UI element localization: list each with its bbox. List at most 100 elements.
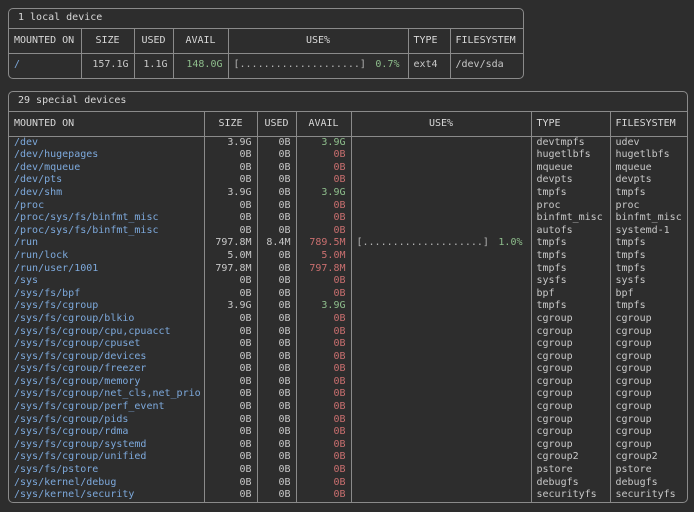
- type-cell: tmpfs: [531, 187, 610, 200]
- size-cell: 0B: [204, 162, 257, 175]
- size-cell: 0B: [204, 363, 257, 376]
- filesystem-cell: cgroup: [610, 414, 687, 427]
- used-cell: 0B: [257, 326, 296, 339]
- header-row: MOUNTED ONSIZEUSEDAVAILUSE%TYPEFILESYSTE…: [9, 29, 523, 54]
- type-cell: securityfs: [531, 489, 610, 502]
- filesystem-cell: udev: [610, 136, 687, 149]
- usage-percent: 1.0%: [498, 237, 522, 250]
- type-cell: devpts: [531, 174, 610, 187]
- column-header-size: SIZE: [204, 112, 257, 137]
- type-cell: tmpfs: [531, 263, 610, 276]
- terminal-screen: 1 local device MOUNTED ONSIZEUSEDAVAILUS…: [0, 0, 694, 512]
- type-cell: cgroup: [531, 338, 610, 351]
- column-header-use-: USE%: [228, 29, 408, 54]
- mounted-on-cell: /sys/fs/cgroup/blkio: [9, 313, 204, 326]
- size-cell: 0B: [204, 401, 257, 414]
- avail-cell: 0B: [296, 489, 351, 502]
- avail-cell: 0B: [296, 388, 351, 401]
- use-percent-cell: [351, 326, 531, 339]
- filesystem-cell: cgroup: [610, 376, 687, 389]
- type-cell: bpf: [531, 288, 610, 301]
- used-cell: 0B: [257, 451, 296, 464]
- size-cell: 797.8M: [204, 263, 257, 276]
- table-row: /sys/fs/pstore0B0B0Bpstorepstore: [9, 464, 687, 477]
- column-header-filesystem: FILESYSTEM: [610, 112, 687, 137]
- mounted-on-cell: /run: [9, 237, 204, 250]
- type-cell: cgroup: [531, 388, 610, 401]
- table-row: /sys/kernel/security0B0B0Bsecurityfssecu…: [9, 489, 687, 502]
- table-row: /run/user/1001797.8M0B797.8Mtmpfstmpfs: [9, 263, 687, 276]
- avail-cell: 0B: [296, 162, 351, 175]
- column-header-filesystem: FILESYSTEM: [450, 29, 523, 54]
- filesystem-cell: tmpfs: [610, 237, 687, 250]
- filesystem-cell: bpf: [610, 288, 687, 301]
- used-cell: 0B: [257, 174, 296, 187]
- size-cell: 0B: [204, 451, 257, 464]
- mounted-on-cell: /sys/fs/cgroup/unified: [9, 451, 204, 464]
- use-percent-cell: [351, 174, 531, 187]
- type-cell: cgroup2: [531, 451, 610, 464]
- use-percent-cell: [351, 376, 531, 389]
- avail-cell: 3.9G: [296, 300, 351, 313]
- mounted-on-cell: /sys/fs/cgroup/perf_event: [9, 401, 204, 414]
- size-cell: 0B: [204, 225, 257, 238]
- size-cell: 0B: [204, 288, 257, 301]
- size-cell: 3.9G: [204, 300, 257, 313]
- use-percent-cell: [351, 464, 531, 477]
- use-percent-cell: [351, 414, 531, 427]
- table-row: /proc0B0B0Bprocproc: [9, 200, 687, 213]
- use-percent-cell: [351, 313, 531, 326]
- column-header-use-: USE%: [351, 112, 531, 137]
- table-row: /dev3.9G0B3.9Gdevtmpfsudev: [9, 136, 687, 149]
- filesystem-cell: debugfs: [610, 477, 687, 490]
- used-cell: 0B: [257, 300, 296, 313]
- used-cell: 0B: [257, 363, 296, 376]
- mounted-on-cell: /sys/fs/pstore: [9, 464, 204, 477]
- size-cell: 0B: [204, 275, 257, 288]
- size-cell: 0B: [204, 414, 257, 427]
- used-cell: 0B: [257, 338, 296, 351]
- filesystem-cell: sysfs: [610, 275, 687, 288]
- avail-cell: 0B: [296, 477, 351, 490]
- type-cell: cgroup: [531, 351, 610, 364]
- use-percent-cell: [351, 263, 531, 276]
- filesystem-cell: proc: [610, 200, 687, 213]
- filesystem-cell: cgroup: [610, 351, 687, 364]
- column-header-used: USED: [134, 29, 173, 54]
- avail-cell: 789.5M: [296, 237, 351, 250]
- used-cell: 0B: [257, 426, 296, 439]
- filesystem-cell: cgroup: [610, 313, 687, 326]
- mounted-on-cell: /dev/hugepages: [9, 149, 204, 162]
- avail-cell: 148.0G: [173, 54, 228, 78]
- size-cell: 0B: [204, 477, 257, 490]
- avail-cell: 3.9G: [296, 136, 351, 149]
- used-cell: 0B: [257, 464, 296, 477]
- filesystem-cell: tmpfs: [610, 187, 687, 200]
- table-row: /dev/shm3.9G0B3.9Gtmpfstmpfs: [9, 187, 687, 200]
- type-cell: cgroup: [531, 376, 610, 389]
- avail-cell: 0B: [296, 426, 351, 439]
- size-cell: 0B: [204, 174, 257, 187]
- type-cell: tmpfs: [531, 250, 610, 263]
- used-cell: 0B: [257, 136, 296, 149]
- table-row: /sys/fs/cgroup/unified0B0B0Bcgroup2cgrou…: [9, 451, 687, 464]
- use-percent-cell: [351, 489, 531, 502]
- use-percent-cell: [351, 136, 531, 149]
- column-header-type: TYPE: [531, 112, 610, 137]
- filesystem-cell: tmpfs: [610, 300, 687, 313]
- mounted-on-cell: /: [9, 54, 81, 78]
- used-cell: 0B: [257, 250, 296, 263]
- table-row: /sys/fs/cgroup/blkio0B0B0Bcgroupcgroup: [9, 313, 687, 326]
- header-row: MOUNTED ONSIZEUSEDAVAILUSE%TYPEFILESYSTE…: [9, 112, 687, 137]
- size-cell: 0B: [204, 351, 257, 364]
- avail-cell: 0B: [296, 200, 351, 213]
- avail-cell: 0B: [296, 451, 351, 464]
- used-cell: 0B: [257, 162, 296, 175]
- type-cell: devtmpfs: [531, 136, 610, 149]
- avail-cell: 0B: [296, 439, 351, 452]
- special-devices-table: 29 special devices MOUNTED ONSIZEUSEDAVA…: [8, 91, 688, 503]
- mounted-on-cell: /sys/fs/cgroup/rdma: [9, 426, 204, 439]
- size-cell: 0B: [204, 149, 257, 162]
- table-row: /sys/fs/cgroup/cpuset0B0B0Bcgroupcgroup: [9, 338, 687, 351]
- table-row: /dev/mqueue0B0B0Bmqueuemqueue: [9, 162, 687, 175]
